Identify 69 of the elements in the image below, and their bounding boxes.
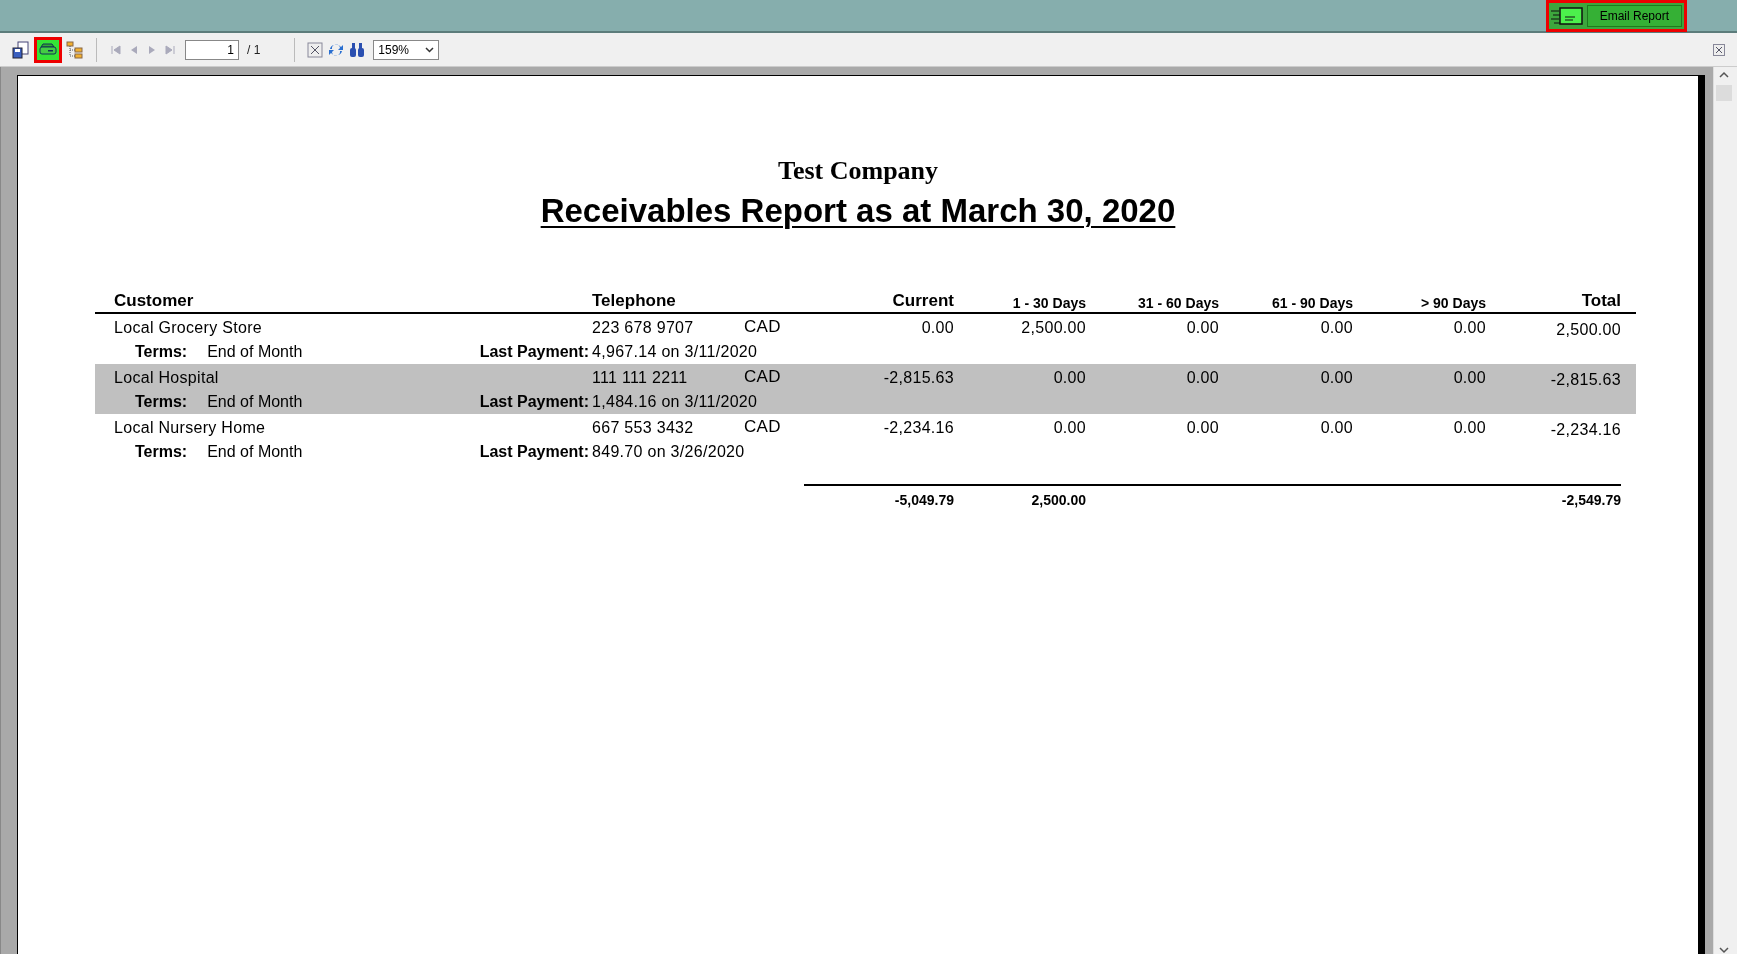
amount: 0.00 — [1052, 417, 1086, 438]
terms-label: Terms: — [135, 442, 188, 462]
grand-total: -2,549.79 — [1560, 491, 1621, 510]
customer-name: Local Nursery Home — [113, 417, 267, 438]
chevron-down-icon — [425, 46, 435, 53]
column-header: > 90 Days — [1420, 293, 1486, 313]
last-payment-value: 1,484.16 on 3/11/2020 — [592, 392, 759, 412]
report-title: Receivables Report as at March 30, 2020 — [540, 192, 1176, 230]
telephone: 111 111 2211 — [592, 367, 689, 388]
terms-label: Terms: — [135, 342, 188, 362]
customer-name: Local Grocery Store — [113, 317, 263, 338]
amount: 0.00 — [1052, 367, 1086, 388]
terms-value: End of Month — [207, 342, 303, 362]
terms-label: Terms: — [135, 392, 188, 412]
last-payment-label: Last Payment: — [479, 342, 590, 362]
binoculars-icon[interactable] — [349, 41, 366, 58]
amount: 0.00 — [1185, 317, 1219, 338]
row-total: 2,500.00 — [1555, 319, 1621, 340]
row-total: -2,234.16 — [1549, 419, 1621, 440]
column-header: Customer — [113, 290, 195, 312]
export-icon[interactable] — [12, 40, 30, 59]
column-header: 1 - 30 Days — [1011, 293, 1086, 313]
telephone: 223 678 9707 — [592, 317, 695, 338]
printer-icon — [39, 42, 57, 57]
terms-value: End of Month — [207, 392, 303, 412]
amount: 0.00 — [1185, 367, 1219, 388]
amount: 0.00 — [1452, 367, 1486, 388]
scroll-down-icon[interactable] — [1718, 946, 1729, 954]
tree-icon[interactable] — [66, 40, 84, 59]
last-payment-label: Last Payment: — [479, 442, 590, 462]
total-1-30-days: 2,500.00 — [954, 490, 1086, 511]
email-report-button[interactable]: Email Report — [1586, 4, 1682, 27]
close-icon[interactable] — [1713, 43, 1725, 56]
column-header: Total — [1580, 290, 1621, 312]
vertical-scrollbar[interactable] — [1713, 67, 1733, 954]
page-field[interactable]: 1 — [185, 39, 239, 60]
amount: 0.00 — [920, 317, 954, 338]
amount: 0.00 — [1319, 417, 1353, 438]
amount: 0.00 — [1319, 317, 1353, 338]
scroll-up-icon[interactable] — [1718, 71, 1729, 79]
amount: 0.00 — [1452, 417, 1486, 438]
last-payment-value: 849.70 on 3/26/2020 — [592, 442, 746, 462]
zoom-dropdown[interactable]: 159% — [373, 39, 440, 60]
print-button[interactable] — [34, 36, 62, 63]
close-view-icon[interactable] — [307, 41, 324, 58]
currency: CAD — [744, 416, 782, 438]
column-header: 61 - 90 Days — [1271, 293, 1353, 313]
amount: -2,815.63 — [882, 367, 954, 388]
refresh-icon[interactable] — [327, 41, 346, 58]
column-header: 31 - 60 Days — [1137, 293, 1219, 313]
total-current: -5,049.79 — [893, 491, 954, 510]
currency: CAD — [744, 316, 782, 338]
page-count: / 1 — [247, 41, 261, 59]
telephone: 667 553 3432 — [592, 417, 695, 438]
envelope-icon[interactable] — [1550, 5, 1583, 26]
last-payment-label: Last Payment: — [479, 392, 590, 412]
amount: -2,234.16 — [882, 417, 954, 438]
amount: 0.00 — [1452, 317, 1486, 338]
currency: CAD — [744, 366, 782, 388]
amount: 0.00 — [1185, 417, 1219, 438]
customer-name: Local Hospital — [113, 367, 220, 388]
amount: 0.00 — [1319, 367, 1353, 388]
amount: 2,500.00 — [1020, 317, 1086, 338]
last-payment-value: 4,967.14 on 3/11/2020 — [592, 342, 759, 362]
company-name: Test Company — [776, 156, 940, 186]
terms-value: End of Month — [207, 442, 303, 462]
column-header: Current — [891, 290, 954, 312]
column-header: Telephone — [592, 290, 677, 312]
row-total: -2,815.63 — [1549, 369, 1621, 390]
